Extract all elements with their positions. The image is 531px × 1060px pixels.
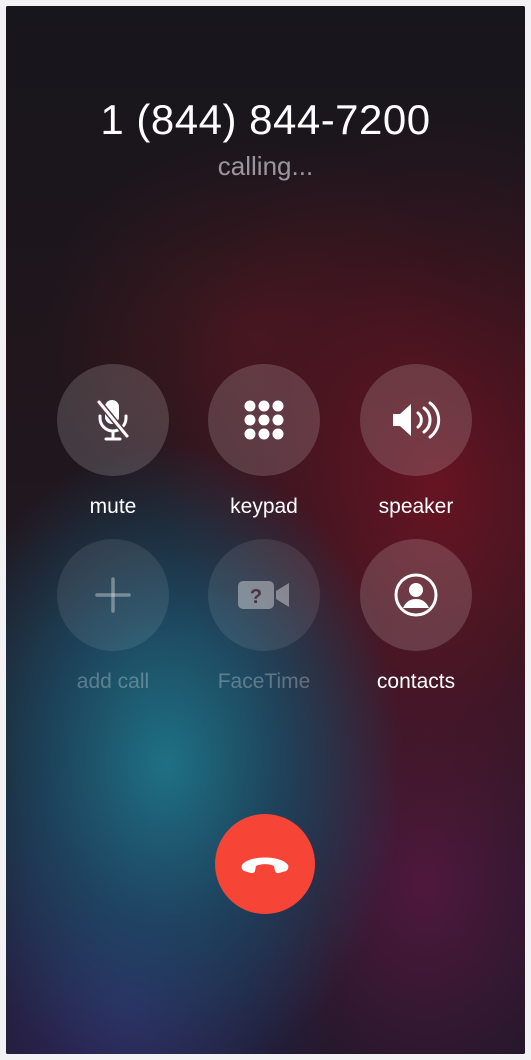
svg-text:?: ? bbox=[250, 586, 262, 608]
keypad-label: keypad bbox=[230, 495, 298, 518]
contacts-circle[interactable] bbox=[360, 539, 472, 651]
caller-number: 1 (844) 844-7200 bbox=[100, 96, 431, 143]
call-header: 1 (844) 844-7200 calling... bbox=[6, 94, 525, 182]
mute-label: mute bbox=[89, 495, 137, 518]
speaker-circle[interactable] bbox=[360, 364, 472, 476]
speaker-button[interactable]: speaker bbox=[360, 364, 472, 520]
mic-slash-icon bbox=[91, 396, 135, 444]
add-call-button[interactable]: add call bbox=[57, 539, 169, 695]
call-status: calling... bbox=[217, 151, 314, 181]
keypad-button[interactable]: keypad bbox=[208, 364, 320, 520]
keypad-icon bbox=[242, 398, 286, 442]
facetime-button[interactable]: ? FaceTime bbox=[208, 539, 320, 695]
facetime-label: FaceTime bbox=[217, 670, 311, 693]
call-screen: 1 (844) 844-7200 calling... mute keypad … bbox=[6, 6, 525, 1054]
add-call-label: add call bbox=[76, 670, 150, 693]
plus-icon bbox=[93, 575, 133, 615]
speaker-icon bbox=[391, 400, 441, 440]
phone-down-icon bbox=[239, 852, 291, 876]
speaker-label: speaker bbox=[378, 495, 454, 518]
facetime-unknown-icon: ? bbox=[236, 577, 292, 613]
contacts-button[interactable]: contacts bbox=[360, 539, 472, 695]
mute-button[interactable]: mute bbox=[57, 364, 169, 520]
end-call-button[interactable] bbox=[215, 814, 315, 914]
contacts-label: contacts bbox=[376, 670, 456, 693]
mute-circle[interactable] bbox=[57, 364, 169, 476]
keypad-circle[interactable] bbox=[208, 364, 320, 476]
facetime-circle[interactable]: ? bbox=[208, 539, 320, 651]
add-call-circle[interactable] bbox=[57, 539, 169, 651]
person-circle-icon bbox=[393, 572, 439, 618]
